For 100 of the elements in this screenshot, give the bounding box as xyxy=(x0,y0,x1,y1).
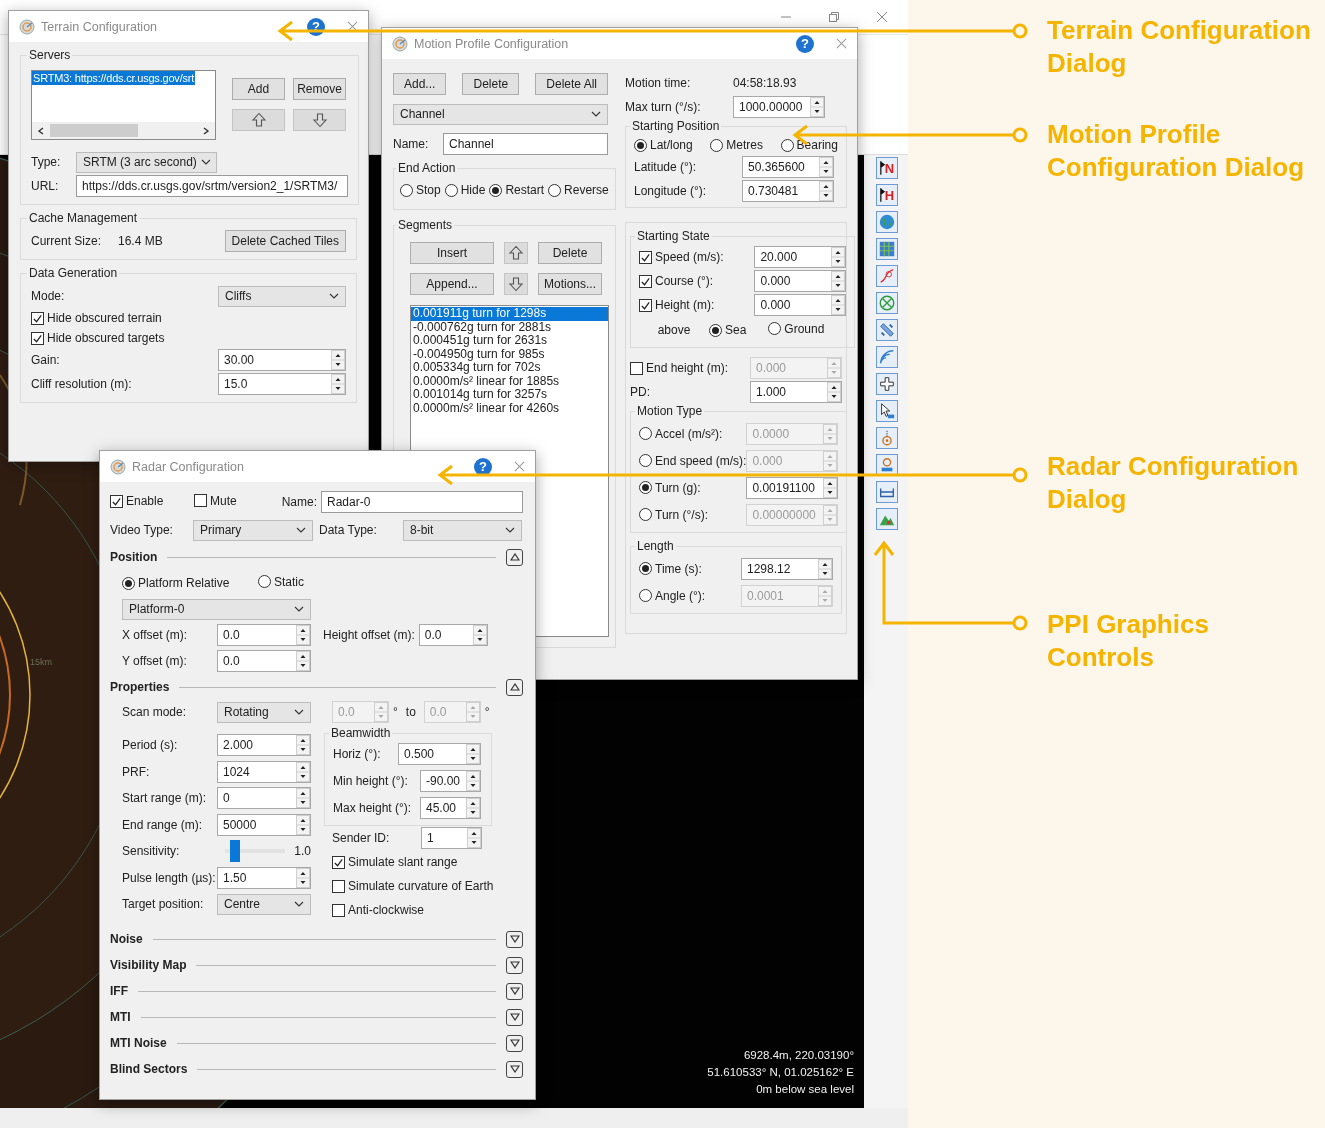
help-button[interactable]: ? xyxy=(474,457,492,476)
dropdown[interactable]: Cliffs xyxy=(218,285,346,307)
dropdown[interactable]: SRTM (3 arc second) xyxy=(76,151,217,173)
dropdown[interactable]: Platform-0 xyxy=(122,598,311,620)
close-icon[interactable] xyxy=(347,21,358,32)
expand-button[interactable] xyxy=(506,930,523,948)
dropdown[interactable]: Rotating xyxy=(217,701,311,723)
checkbox[interactable] xyxy=(332,855,345,869)
close-icon[interactable] xyxy=(514,461,525,472)
dialog-button[interactable]: Delete xyxy=(538,242,602,264)
expand-button[interactable] xyxy=(506,1060,523,1078)
checkbox[interactable] xyxy=(110,494,123,508)
spin-box[interactable]: 1000.00000 xyxy=(733,96,825,118)
checkbox[interactable] xyxy=(639,298,652,312)
spin-box[interactable]: 0.00191100 xyxy=(746,476,839,499)
list-item[interactable]: 0.0000m/s² linear for 4260s xyxy=(411,401,608,415)
spin-box[interactable]: 50000 xyxy=(217,813,311,836)
radio-button[interactable] xyxy=(710,138,724,152)
name-field[interactable]: Radar-0 xyxy=(321,491,523,513)
checkbox[interactable] xyxy=(194,494,207,508)
collapse-button[interactable] xyxy=(506,548,523,566)
toolbar-button[interactable] xyxy=(876,481,898,503)
checkbox[interactable] xyxy=(332,903,345,917)
expand-button[interactable] xyxy=(506,1008,523,1026)
close-icon[interactable] xyxy=(876,11,888,23)
spin-box[interactable]: -90.00 xyxy=(420,769,481,792)
spin-box[interactable]: 0.0 xyxy=(217,624,311,646)
url-field[interactable]: https://dds.cr.usgs.gov/srtm/version2_1/SRTM3/ xyxy=(76,175,348,197)
radio-button[interactable] xyxy=(709,323,722,337)
toolbar-button[interactable] xyxy=(876,373,898,395)
checkbox[interactable] xyxy=(31,311,44,325)
spin-box[interactable]: 45.00 xyxy=(420,796,481,819)
radio-button[interactable] xyxy=(634,138,647,152)
checkbox[interactable] xyxy=(332,879,345,893)
expand-button[interactable] xyxy=(506,1034,523,1052)
spin-box[interactable]: 1298.12 xyxy=(741,557,833,580)
radio-button[interactable] xyxy=(639,481,652,494)
expand-button[interactable] xyxy=(506,982,523,1000)
dialog-button[interactable]: Remove xyxy=(293,78,346,100)
list-item[interactable]: 0.000451g turn for 2631s xyxy=(411,334,608,348)
list-item[interactable]: 0.0000m/s² linear for 1885s xyxy=(411,374,608,388)
move-up-button[interactable] xyxy=(232,109,285,131)
dialog-button[interactable]: Motions... xyxy=(538,273,602,295)
toolbar-button[interactable]: N xyxy=(876,157,898,179)
move-down-button[interactable] xyxy=(504,273,528,295)
list-item[interactable]: SRTM3: https://dds.cr.usgs.gov/srt xyxy=(32,71,196,85)
dialog-button[interactable]: Delete xyxy=(462,73,520,95)
spin-box[interactable]: 0.000 xyxy=(754,270,847,292)
restore-icon[interactable] xyxy=(828,11,840,23)
dialog-button[interactable]: Insert xyxy=(410,242,494,264)
radio-button[interactable] xyxy=(489,183,503,197)
radio-button[interactable] xyxy=(444,183,458,197)
collapse-button[interactable] xyxy=(506,678,523,696)
list-item[interactable]: 0.001014g turn for 3257s xyxy=(411,388,608,402)
spin-box[interactable]: 0 xyxy=(217,787,311,810)
spin-box[interactable]: 0.000 xyxy=(754,294,847,316)
help-button[interactable]: ? xyxy=(796,34,814,53)
spin-box[interactable]: 50.365600 xyxy=(742,156,834,178)
spin-box[interactable]: 2.000 xyxy=(217,734,311,757)
radio-button[interactable] xyxy=(258,575,271,589)
radio-button[interactable] xyxy=(639,562,652,575)
move-down-button[interactable] xyxy=(293,109,346,131)
scroll-right-icon[interactable] xyxy=(203,126,209,135)
server-list[interactable]: SRTM3: https://dds.cr.usgs.gov/srt xyxy=(31,70,216,140)
slider-thumb[interactable] xyxy=(230,840,240,863)
spin-box[interactable]: 20.000 xyxy=(754,246,847,268)
list-item[interactable]: 0.001911g turn for 1298s xyxy=(411,307,608,321)
toolbar-button[interactable] xyxy=(876,400,898,422)
spin-box[interactable]: 0.730481 xyxy=(742,180,834,202)
radio-button[interactable] xyxy=(780,138,794,152)
dialog-button[interactable]: Delete All xyxy=(535,73,608,95)
dropdown[interactable]: Channel xyxy=(393,103,608,125)
toolbar-button[interactable] xyxy=(876,508,898,530)
spin-box[interactable]: 0.0 xyxy=(217,650,311,672)
spin-box[interactable]: 1024 xyxy=(217,760,311,783)
dialog-button[interactable]: Append... xyxy=(410,273,494,295)
toolbar-button[interactable] xyxy=(876,265,898,287)
spin-box[interactable]: 15.0 xyxy=(218,373,346,395)
name-field[interactable]: Channel xyxy=(443,133,608,155)
spin-box[interactable]: 1 xyxy=(421,827,482,849)
dialog-button[interactable]: Add xyxy=(232,78,285,100)
scroll-left-icon[interactable] xyxy=(38,126,44,135)
checkbox[interactable] xyxy=(31,331,44,345)
delete-cached-tiles-button[interactable]: Delete Cached Tiles xyxy=(224,230,346,252)
scrollbar[interactable] xyxy=(32,122,215,139)
checkbox[interactable] xyxy=(639,250,652,264)
dropdown[interactable]: Primary xyxy=(193,519,313,541)
list-item[interactable]: 0.005334g turn for 702s xyxy=(411,361,608,375)
list-item[interactable]: -0.004950g turn for 985s xyxy=(411,347,608,361)
radio-button[interactable] xyxy=(548,183,562,197)
list-item[interactable]: -0.000762g turn for 2881s xyxy=(411,320,608,334)
spin-box[interactable]: 0.500 xyxy=(398,742,481,765)
checkbox[interactable] xyxy=(639,274,652,288)
spin-box[interactable]: 1.50 xyxy=(217,866,311,889)
move-up-button[interactable] xyxy=(504,242,528,264)
radio-button[interactable] xyxy=(122,576,135,590)
radio-button[interactable] xyxy=(768,322,782,336)
dropdown[interactable]: 8-bit xyxy=(403,519,522,541)
radio-button[interactable] xyxy=(400,183,413,197)
dialog-button[interactable]: Add... xyxy=(393,73,447,95)
